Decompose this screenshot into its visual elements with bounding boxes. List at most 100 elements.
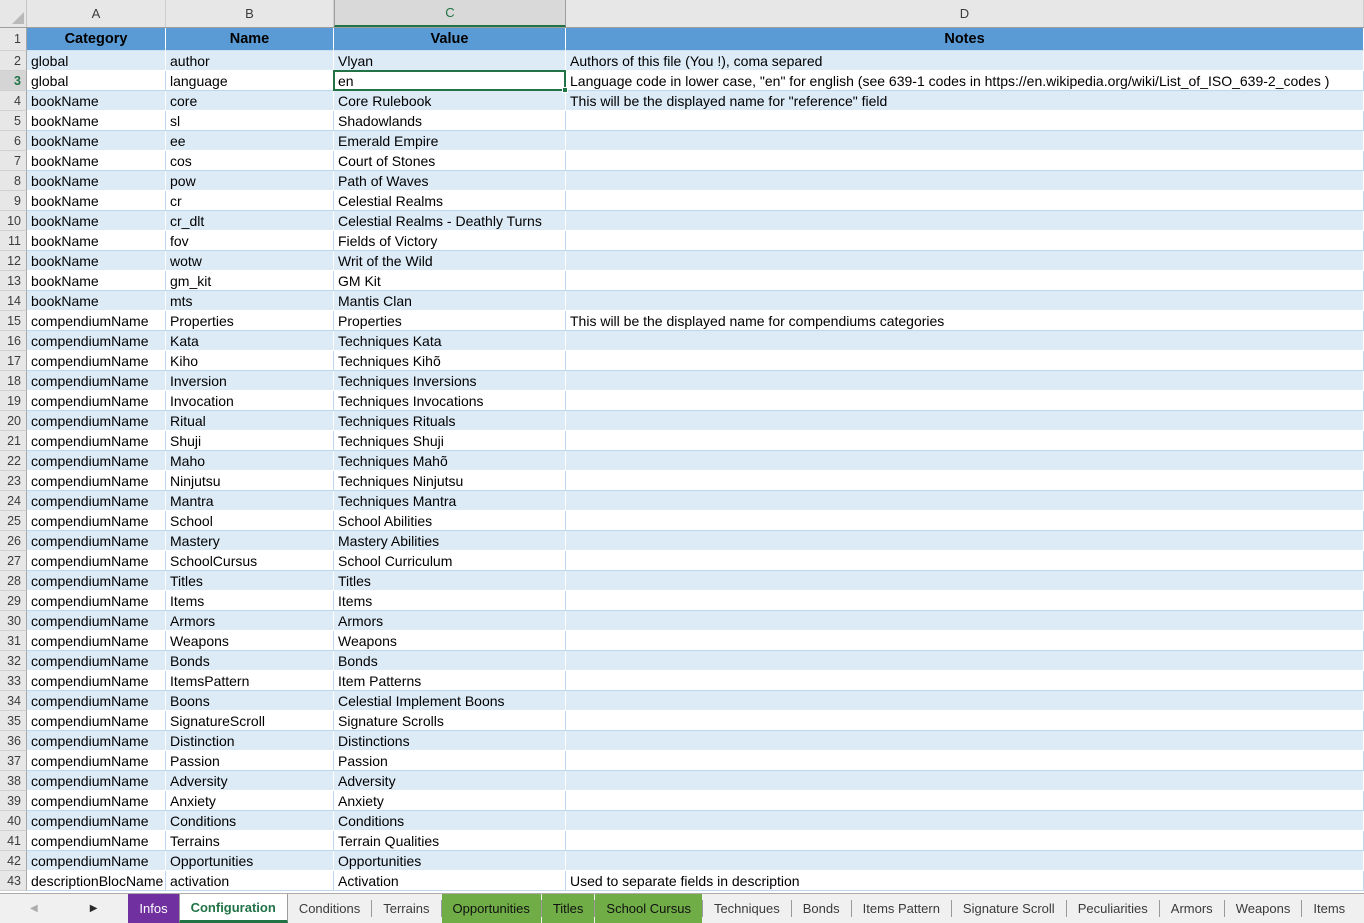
cell[interactable]	[566, 831, 1364, 851]
sheet-tab-weapons[interactable]: Weapons	[1225, 894, 1302, 923]
cell[interactable]	[566, 631, 1364, 651]
cell[interactable]: activation	[166, 871, 334, 891]
row-header[interactable]: 12	[0, 251, 27, 271]
cell[interactable]: compendiumName	[27, 751, 166, 771]
cell[interactable]: Mantis Clan	[334, 291, 566, 311]
row-header[interactable]: 31	[0, 631, 27, 651]
row-header[interactable]: 6	[0, 131, 27, 151]
cell[interactable]: Shadowlands	[334, 111, 566, 131]
cell[interactable]	[566, 671, 1364, 691]
row-header[interactable]: 15	[0, 311, 27, 331]
sheet-tab-armors[interactable]: Armors	[1160, 894, 1224, 923]
cell[interactable]: sl	[166, 111, 334, 131]
sheet-tab-opportunities[interactable]: Opportunities	[442, 894, 541, 923]
cell[interactable]: compendiumName	[27, 531, 166, 551]
cell[interactable]	[566, 811, 1364, 831]
cell[interactable]	[566, 691, 1364, 711]
row-header[interactable]: 42	[0, 851, 27, 871]
cell[interactable]: Invocation	[166, 391, 334, 411]
cell[interactable]: compendiumName	[27, 851, 166, 871]
cell[interactable]	[566, 731, 1364, 751]
cell[interactable]: Ninjutsu	[166, 471, 334, 491]
cell[interactable]: bookName	[27, 291, 166, 311]
cell[interactable]	[566, 851, 1364, 871]
cell[interactable]: Mastery	[166, 531, 334, 551]
cell[interactable]: Techniques Ninjutsu	[334, 471, 566, 491]
cell[interactable]: Weapons	[334, 631, 566, 651]
cell[interactable]: Language code in lower case, "en" for en…	[566, 71, 1364, 91]
cell[interactable]: compendiumName	[27, 711, 166, 731]
cell[interactable]: bookName	[27, 91, 166, 111]
cell[interactable]: mts	[166, 291, 334, 311]
cell[interactable]: wotw	[166, 251, 334, 271]
cell[interactable]: cr	[166, 191, 334, 211]
cell[interactable]	[566, 151, 1364, 171]
cell[interactable]: compendiumName	[27, 811, 166, 831]
row-header[interactable]: 4	[0, 91, 27, 111]
cell[interactable]: Properties	[166, 311, 334, 331]
cell[interactable]: Bonds	[166, 651, 334, 671]
cell[interactable]	[566, 371, 1364, 391]
row-header[interactable]: 29	[0, 591, 27, 611]
column-header-a[interactable]: A	[27, 0, 166, 27]
cell[interactable]: bookName	[27, 211, 166, 231]
cell[interactable]: Techniques Mahõ	[334, 451, 566, 471]
row-header[interactable]: 1	[0, 28, 27, 51]
row-header[interactable]: 8	[0, 171, 27, 191]
cell[interactable]	[566, 411, 1364, 431]
row-header[interactable]: 36	[0, 731, 27, 751]
cell[interactable]: Core Rulebook	[334, 91, 566, 111]
cell[interactable]	[566, 251, 1364, 271]
table-header-cell[interactable]: Name	[166, 28, 334, 51]
cell[interactable]	[566, 751, 1364, 771]
cell[interactable]: Emerald Empire	[334, 131, 566, 151]
cell[interactable]	[566, 171, 1364, 191]
column-header-d[interactable]: D	[566, 0, 1364, 27]
cell[interactable]: compendiumName	[27, 831, 166, 851]
cell[interactable]: Titles	[166, 571, 334, 591]
cell[interactable]	[566, 471, 1364, 491]
cell[interactable]: School	[166, 511, 334, 531]
cell[interactable]: SchoolCursus	[166, 551, 334, 571]
cell[interactable]	[566, 271, 1364, 291]
cell[interactable]: Properties	[334, 311, 566, 331]
cell[interactable]: Ritual	[166, 411, 334, 431]
cell[interactable]: GM Kit	[334, 271, 566, 291]
cell[interactable]: compendiumName	[27, 311, 166, 331]
cell[interactable]	[566, 191, 1364, 211]
cell[interactable]: compendiumName	[27, 491, 166, 511]
cell[interactable]: compendiumName	[27, 551, 166, 571]
cell[interactable]: bookName	[27, 171, 166, 191]
cell[interactable]	[566, 651, 1364, 671]
sheet-tab-peculiarities[interactable]: Peculiarities	[1067, 894, 1159, 923]
row-header[interactable]: 35	[0, 711, 27, 731]
cell[interactable]: bookName	[27, 111, 166, 131]
cell[interactable]: gm_kit	[166, 271, 334, 291]
cell[interactable]: Passion	[334, 751, 566, 771]
cell[interactable]: Techniques Rituals	[334, 411, 566, 431]
sheet-tab-items[interactable]: Items	[1302, 894, 1356, 923]
cell[interactable]: compendiumName	[27, 651, 166, 671]
sheet-tab-items-pattern[interactable]: Items Pattern	[852, 894, 951, 923]
cell[interactable]: Boons	[166, 691, 334, 711]
cell[interactable]: School Abilities	[334, 511, 566, 531]
cell[interactable]: ItemsPattern	[166, 671, 334, 691]
cell[interactable]: compendiumName	[27, 511, 166, 531]
cell[interactable]: compendiumName	[27, 331, 166, 351]
cell[interactable]: bookName	[27, 251, 166, 271]
sheet-tab-signature-scroll[interactable]: Signature Scroll	[952, 894, 1066, 923]
row-header[interactable]: 3	[0, 71, 27, 91]
cell[interactable]: Item Patterns	[334, 671, 566, 691]
sheet-tab-titles[interactable]: Titles	[542, 894, 595, 923]
cell[interactable]: School Curriculum	[334, 551, 566, 571]
cell[interactable]	[566, 771, 1364, 791]
cell[interactable]: compendiumName	[27, 691, 166, 711]
row-header[interactable]: 30	[0, 611, 27, 631]
cell[interactable]: Armors	[166, 611, 334, 631]
row-header[interactable]: 14	[0, 291, 27, 311]
cell[interactable]: compendiumName	[27, 671, 166, 691]
cell[interactable]: Celestial Realms	[334, 191, 566, 211]
cell[interactable]: compendiumName	[27, 391, 166, 411]
cell[interactable]: Shuji	[166, 431, 334, 451]
tabs-scroll-left-icon[interactable]: ◀	[26, 904, 42, 914]
